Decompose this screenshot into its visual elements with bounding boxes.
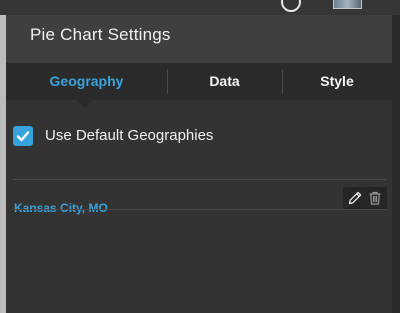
checkmark-icon <box>16 131 30 142</box>
active-tab-pointer <box>77 100 93 109</box>
divider <box>13 179 386 180</box>
trash-icon[interactable] <box>367 190 383 206</box>
tab-bar: Geography Data Style <box>6 63 392 100</box>
right-edge-strip <box>392 15 400 313</box>
app-top-bar <box>0 0 400 15</box>
settings-panel: Pie Chart Settings Geography Data Style … <box>6 15 392 313</box>
use-default-geographies-label: Use Default Geographies <box>45 127 214 144</box>
tab-data[interactable]: Data <box>167 63 282 100</box>
tab-geography[interactable]: Geography <box>6 63 167 100</box>
geography-item-actions <box>343 187 387 209</box>
user-avatar-thumbnail[interactable] <box>333 0 362 9</box>
help-circle-icon[interactable] <box>281 0 301 12</box>
geography-item-label[interactable]: Kansas City, MO <box>14 201 108 215</box>
pencil-icon[interactable] <box>347 190 363 206</box>
panel-header: Pie Chart Settings <box>6 15 392 63</box>
tab-style[interactable]: Style <box>282 63 392 100</box>
divider <box>13 209 386 210</box>
panel-title: Pie Chart Settings <box>30 25 171 44</box>
use-default-geographies-checkbox[interactable] <box>13 126 33 146</box>
